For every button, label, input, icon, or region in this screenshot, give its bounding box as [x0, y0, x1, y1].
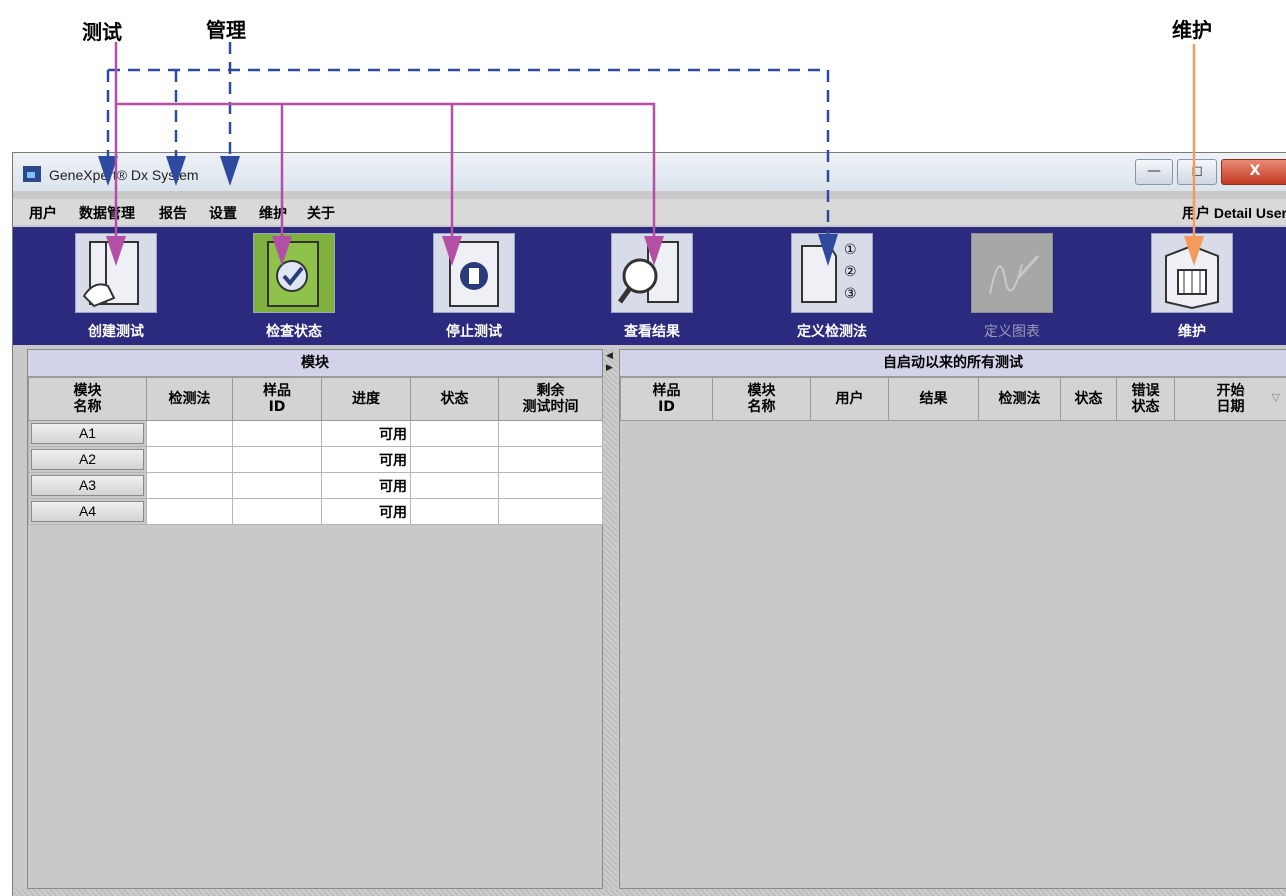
col-result[interactable]: 结果: [889, 378, 979, 421]
current-user-label: 用户 Detail User: [1182, 203, 1286, 223]
col-module-name[interactable]: 模块名称: [29, 378, 147, 421]
tests-panel-title: 自启动以来的所有测试: [620, 350, 1286, 377]
col-status[interactable]: 状态: [1061, 378, 1117, 421]
col-sample-id[interactable]: 样品ID: [233, 378, 322, 421]
panel-splitter[interactable]: ◀ ▶: [603, 349, 617, 889]
module-button[interactable]: A2: [31, 449, 144, 470]
callout-test: 测试: [82, 16, 122, 45]
define-chart-label: 定义图表: [951, 321, 1073, 341]
create-test-label: 创建测试: [55, 321, 177, 341]
callout-maintain: 维护: [1172, 14, 1212, 43]
minimize-button[interactable]: —: [1135, 159, 1173, 185]
menu-settings[interactable]: 设置: [209, 203, 237, 223]
app-window: GeneXpert® Dx System — ◻ X 用户 数据管理 报告 设置…: [12, 152, 1286, 896]
view-results-icon: [611, 233, 693, 313]
define-chart-icon: [971, 233, 1053, 313]
col-start-date[interactable]: 开始日期▽: [1175, 378, 1286, 421]
toolbar: 创建测试 检查状态 停止测试 查看结果 ① ② ③ 定义检测法: [13, 227, 1286, 345]
sort-descending-icon[interactable]: ▽: [1272, 390, 1280, 406]
stop-test-button[interactable]: 停止测试: [433, 233, 515, 345]
svg-text:②: ②: [844, 264, 857, 280]
menu-data-management[interactable]: 数据管理: [79, 203, 135, 223]
collapse-right-icon[interactable]: ▶: [606, 363, 613, 373]
modules-header-row: 模块名称 检测法 样品ID 进度 状态 剩余测试时间: [29, 378, 603, 421]
col-module-name[interactable]: 模块名称: [713, 378, 811, 421]
collapse-left-icon[interactable]: ◀: [606, 351, 613, 361]
title-bar: GeneXpert® Dx System — ◻ X: [13, 153, 1286, 191]
create-test-button[interactable]: 创建测试: [75, 233, 157, 345]
maintenance-icon: [1151, 233, 1233, 313]
col-assay[interactable]: 检测法: [979, 378, 1061, 421]
progress-cell: 可用: [322, 473, 411, 499]
stop-test-label: 停止测试: [413, 321, 535, 341]
window-title: GeneXpert® Dx System: [49, 167, 199, 183]
table-row[interactable]: A3 可用: [29, 473, 603, 499]
progress-cell: 可用: [322, 421, 411, 447]
menu-bar: 用户 数据管理 报告 设置 维护 关于 用户 Detail User: [13, 199, 1286, 225]
module-button[interactable]: A4: [31, 501, 144, 522]
close-button[interactable]: X: [1221, 159, 1286, 185]
modules-panel: 模块 模块名称 检测法 样品ID 进度 状态 剩余测试时间 A1 可用 A2 可…: [27, 349, 603, 889]
callout-manage: 管理: [206, 14, 246, 43]
create-test-icon: [75, 233, 157, 313]
col-sample-id[interactable]: 样品ID: [621, 378, 713, 421]
check-status-icon: [253, 233, 335, 313]
define-assay-icon: ① ② ③: [791, 233, 873, 313]
menu-report[interactable]: 报告: [159, 203, 187, 223]
module-button[interactable]: A3: [31, 475, 144, 496]
app-logo-icon: [23, 166, 41, 182]
tests-table: 样品ID 模块名称 用户 结果 检测法 状态 错误状态 开始日期▽: [620, 377, 1286, 421]
table-row[interactable]: A1 可用: [29, 421, 603, 447]
progress-cell: 可用: [322, 447, 411, 473]
progress-cell: 可用: [322, 499, 411, 525]
check-status-label: 检查状态: [233, 321, 355, 341]
define-assay-label: 定义检测法: [771, 321, 893, 341]
check-status-button[interactable]: 检查状态: [253, 233, 335, 345]
tests-panel: 自启动以来的所有测试 样品ID 模块名称 用户 结果 检测法 状态 错误状态 开…: [619, 349, 1286, 889]
col-progress[interactable]: 进度: [322, 378, 411, 421]
svg-text:①: ①: [844, 242, 857, 258]
define-assay-button[interactable]: ①②③ 定义检测法: [791, 233, 873, 345]
module-button[interactable]: A1: [31, 423, 144, 444]
table-row[interactable]: A4 可用: [29, 499, 603, 525]
col-assay[interactable]: 检测法: [147, 378, 233, 421]
define-chart-button: 定义图表: [971, 233, 1053, 345]
col-remaining-time[interactable]: 剩余测试时间: [499, 378, 603, 421]
stop-test-icon: [433, 233, 515, 313]
menu-maintenance[interactable]: 维护: [259, 203, 287, 223]
maintenance-button[interactable]: 维护: [1151, 233, 1233, 345]
maintenance-label: 维护: [1131, 321, 1253, 341]
col-user[interactable]: 用户: [811, 378, 889, 421]
view-results-button[interactable]: 查看结果: [611, 233, 693, 345]
menu-about[interactable]: 关于: [307, 203, 335, 223]
menu-user[interactable]: 用户: [29, 203, 57, 223]
modules-table: 模块名称 检测法 样品ID 进度 状态 剩余测试时间 A1 可用 A2 可用 A…: [28, 377, 603, 525]
tests-header-row: 样品ID 模块名称 用户 结果 检测法 状态 错误状态 开始日期▽: [621, 378, 1286, 421]
view-results-label: 查看结果: [591, 321, 713, 341]
maximize-button[interactable]: ◻: [1177, 159, 1217, 185]
col-status[interactable]: 状态: [411, 378, 499, 421]
modules-panel-title: 模块: [28, 350, 602, 377]
svg-text:③: ③: [844, 286, 857, 302]
table-row[interactable]: A2 可用: [29, 447, 603, 473]
col-error-status[interactable]: 错误状态: [1117, 378, 1175, 421]
